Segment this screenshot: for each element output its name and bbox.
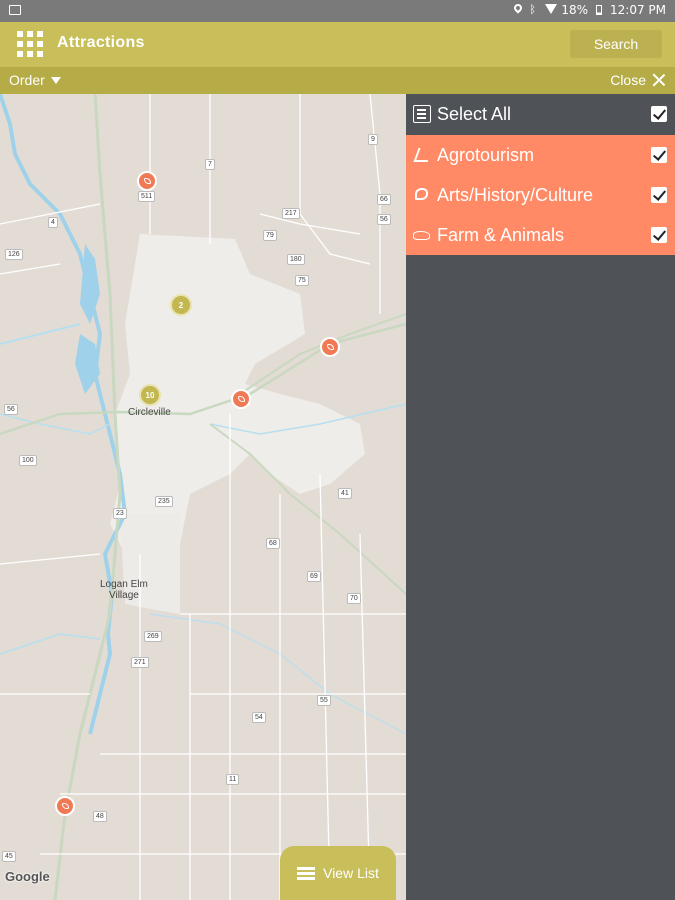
route-shield: 126 [5, 249, 23, 260]
filter-label: Agrotourism [437, 144, 535, 165]
route-shield: 75 [295, 275, 309, 286]
app-menu-grid-icon[interactable] [17, 31, 43, 57]
filter-row-agrotourism[interactable]: Agrotourism [406, 135, 675, 175]
checklist-icon [413, 105, 431, 123]
route-shield: 48 [93, 811, 107, 822]
filter-panel: Select All Agrotourism Arts/History/Cult… [406, 94, 675, 900]
view-list-label: View List [323, 865, 379, 881]
attraction-pin-arts[interactable] [137, 171, 157, 191]
farm-animals-icon [413, 226, 431, 244]
clock: 12:07 PM [610, 3, 666, 17]
arts-icon [413, 186, 431, 204]
route-shield: 217 [282, 208, 300, 219]
route-shield: 68 [266, 538, 280, 549]
battery-percent: 18% [561, 3, 588, 17]
town-label-logan-elm: Logan Elm Village [100, 579, 148, 601]
caret-down-icon [50, 76, 61, 84]
list-icon [297, 866, 316, 880]
attraction-pin-arts[interactable] [55, 796, 75, 816]
app-bar: Attractions Search [0, 22, 675, 67]
route-shield: 11 [226, 774, 240, 785]
agrotourism-icon [413, 146, 431, 164]
route-shield: 9 [368, 134, 378, 145]
route-shield: 511 [138, 191, 156, 202]
status-icons: 18% 12:07 PM [513, 3, 666, 17]
route-shield: 23 [113, 508, 127, 519]
select-all-row[interactable]: Select All [406, 94, 675, 134]
filter-label: Arts/History/Culture [437, 184, 594, 205]
google-logo: Google [5, 869, 50, 884]
status-bar: 18% 12:07 PM [0, 0, 675, 22]
route-shield: 7 [205, 159, 215, 170]
map-cluster[interactable]: 10 [139, 384, 161, 406]
location-icon [513, 4, 523, 16]
attraction-pin-arts[interactable] [320, 337, 340, 357]
route-shield: 4 [48, 217, 58, 228]
sub-toolbar: Order Close [0, 67, 675, 94]
close-label: Close [610, 72, 646, 88]
route-shield: 66 [377, 194, 391, 205]
page-title: Attractions [57, 34, 145, 51]
route-shield: 70 [347, 593, 361, 604]
route-shield: 56 [4, 404, 18, 415]
route-shield: 235 [155, 496, 173, 507]
attraction-pin-agrotourism[interactable] [231, 389, 251, 409]
gallery-icon [9, 5, 21, 15]
close-filter-button[interactable]: Close [610, 72, 666, 88]
select-all-label: Select All [437, 103, 512, 124]
route-shield: 269 [144, 631, 162, 642]
select-all-checkbox[interactable] [651, 106, 667, 122]
search-button[interactable]: Search [570, 30, 662, 58]
filter-row-farm-animals[interactable]: Farm & Animals [406, 215, 675, 255]
route-shield: 41 [338, 488, 352, 499]
order-label: Order [9, 72, 45, 88]
route-shield: 79 [263, 230, 277, 241]
farm-animals-checkbox[interactable] [651, 227, 667, 243]
order-dropdown[interactable]: Order [9, 72, 61, 88]
route-shield: 55 [317, 695, 331, 706]
bluetooth-icon [529, 3, 539, 16]
route-shield: 56 [377, 214, 391, 225]
route-shield: 180 [287, 254, 305, 265]
filter-row-arts[interactable]: Arts/History/Culture [406, 175, 675, 215]
close-icon [652, 73, 666, 87]
route-shield: 271 [131, 657, 149, 668]
map-view[interactable]: Circleville Logan Elm Village 9 7 217 4 … [0, 94, 406, 900]
route-shield: 69 [307, 571, 321, 582]
map-cluster[interactable]: 2 [170, 294, 192, 316]
battery-icon [594, 4, 604, 16]
arts-checkbox[interactable] [651, 187, 667, 203]
wifi-icon [545, 4, 558, 16]
filter-label: Farm & Animals [437, 224, 565, 245]
route-shield: 45 [2, 851, 16, 862]
view-list-button[interactable]: View List [280, 846, 396, 900]
agrotourism-checkbox[interactable] [651, 147, 667, 163]
route-shield: 54 [252, 712, 266, 723]
route-shield: 100 [19, 455, 37, 466]
town-label-circleville: Circleville [128, 407, 171, 418]
